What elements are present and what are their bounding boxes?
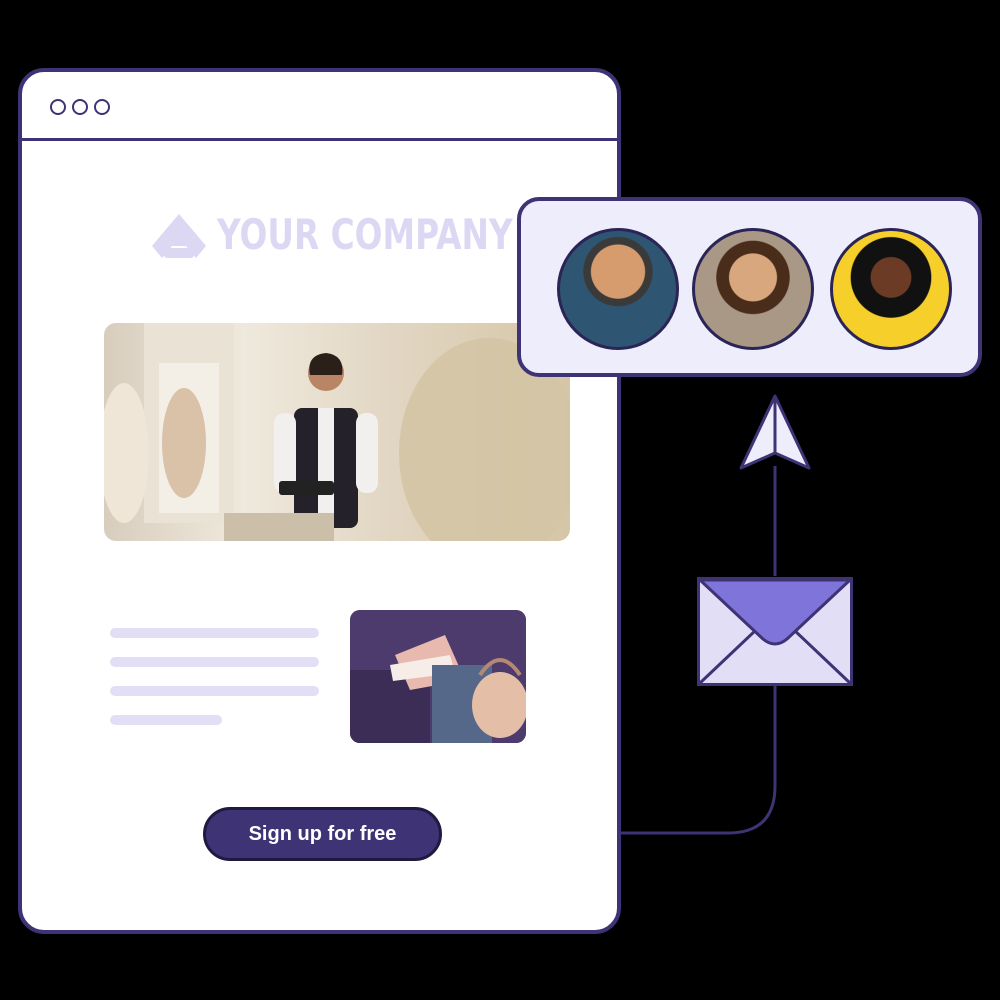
audience-panel	[517, 197, 982, 377]
circle-icon	[50, 99, 66, 115]
hero-image	[104, 323, 570, 541]
product-photo-clothes	[350, 610, 526, 743]
circle-icon	[94, 99, 110, 115]
company-logo: YOUR COMPANY	[150, 210, 513, 264]
text-line	[110, 715, 222, 725]
avatar	[830, 228, 952, 350]
text-line	[110, 686, 319, 696]
company-name: YOUR COMPANY	[217, 210, 513, 259]
text-line	[110, 657, 319, 667]
window-titlebar	[22, 72, 617, 141]
illustration: YOUR COMPANY Sign up for free	[0, 0, 1000, 1000]
body-text-placeholder	[110, 628, 319, 744]
avatar	[557, 228, 679, 350]
sign-up-button[interactable]: Sign up for free	[203, 807, 442, 861]
paper-plane-icon	[739, 394, 811, 470]
hero-photo-shop-owner	[104, 323, 570, 541]
circle-icon	[72, 99, 88, 115]
product-image	[350, 610, 526, 743]
envelope-icon	[697, 577, 853, 686]
company-logo-icon	[152, 214, 206, 258]
text-line	[110, 628, 319, 638]
avatar	[692, 228, 814, 350]
